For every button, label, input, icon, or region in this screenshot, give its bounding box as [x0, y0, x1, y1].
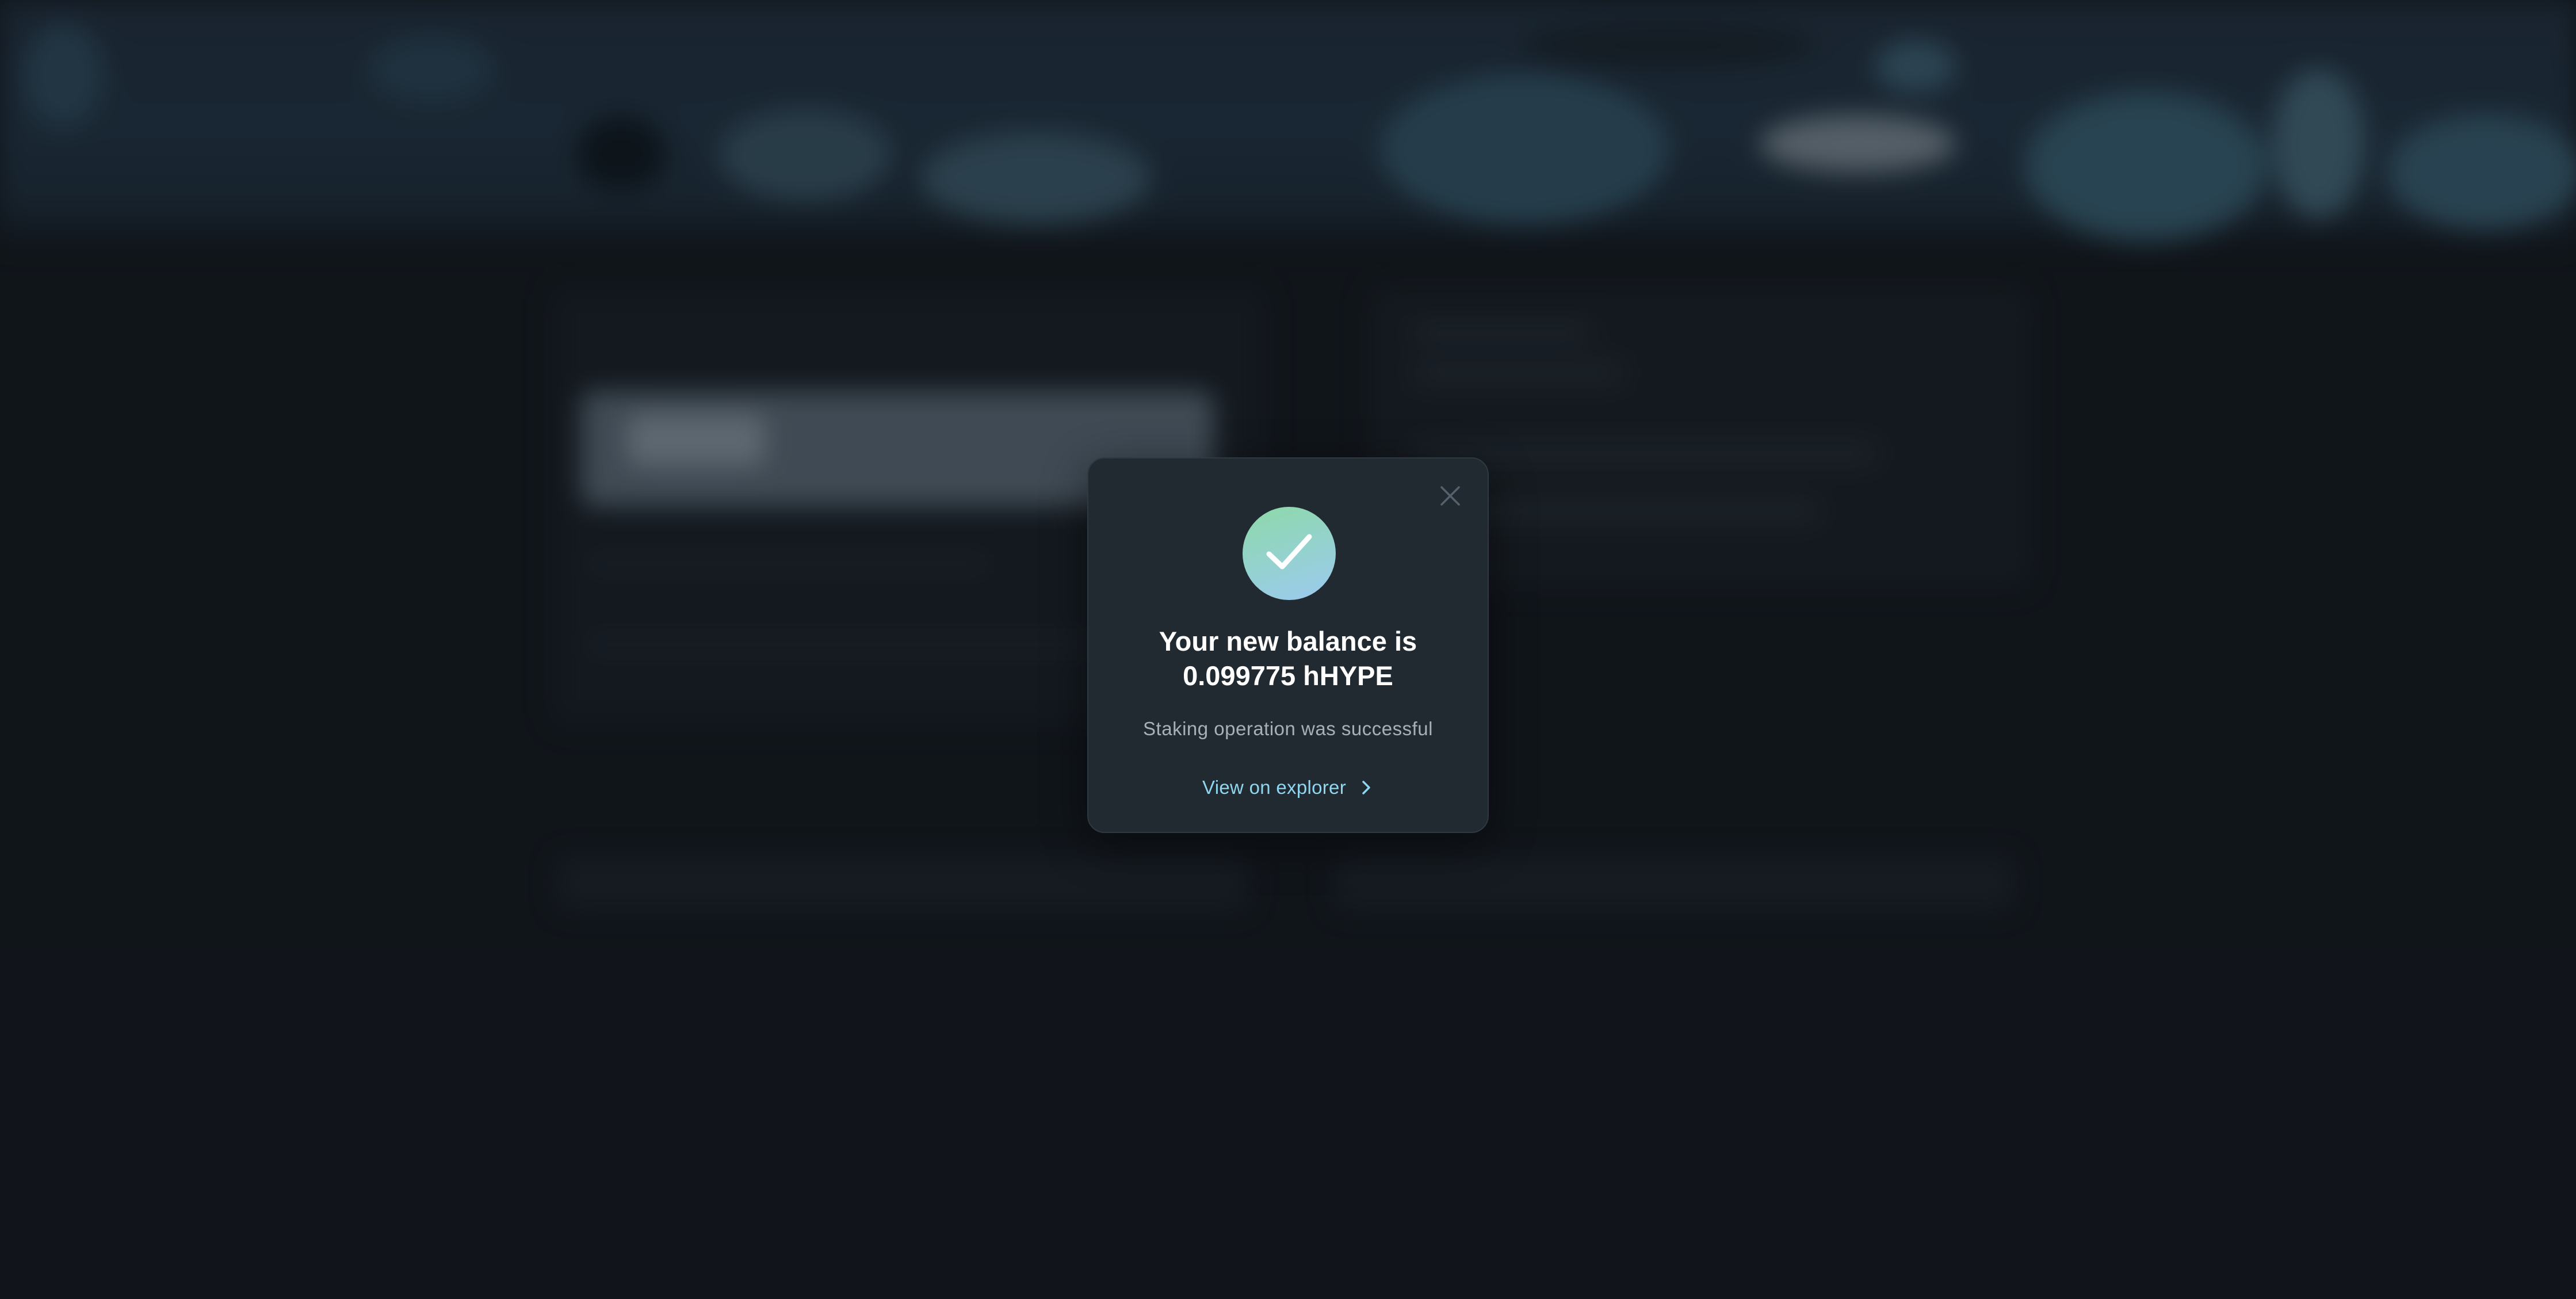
success-modal: Your new balance is 0.099775 hHYPE Staki…	[1087, 457, 1489, 833]
chevron-right-icon	[1362, 781, 1370, 794]
view-on-explorer-link[interactable]: View on explorer	[1088, 774, 1488, 801]
balance-title-line1: Your new balance is	[1159, 626, 1417, 656]
close-button[interactable]	[1436, 482, 1465, 510]
close-icon	[1440, 486, 1460, 506]
checkmark-icon	[1266, 534, 1312, 570]
app-screen: Your new balance is 0.099775 hHYPE Staki…	[0, 0, 2576, 1299]
success-badge	[1243, 507, 1336, 600]
balance-amount: 0.099775 hHYPE	[1183, 660, 1393, 691]
balance-title: Your new balance is 0.099775 hHYPE	[1088, 624, 1488, 693]
status-message: Staking operation was successful	[1143, 718, 1433, 739]
explorer-link-label: View on explorer	[1202, 777, 1346, 798]
